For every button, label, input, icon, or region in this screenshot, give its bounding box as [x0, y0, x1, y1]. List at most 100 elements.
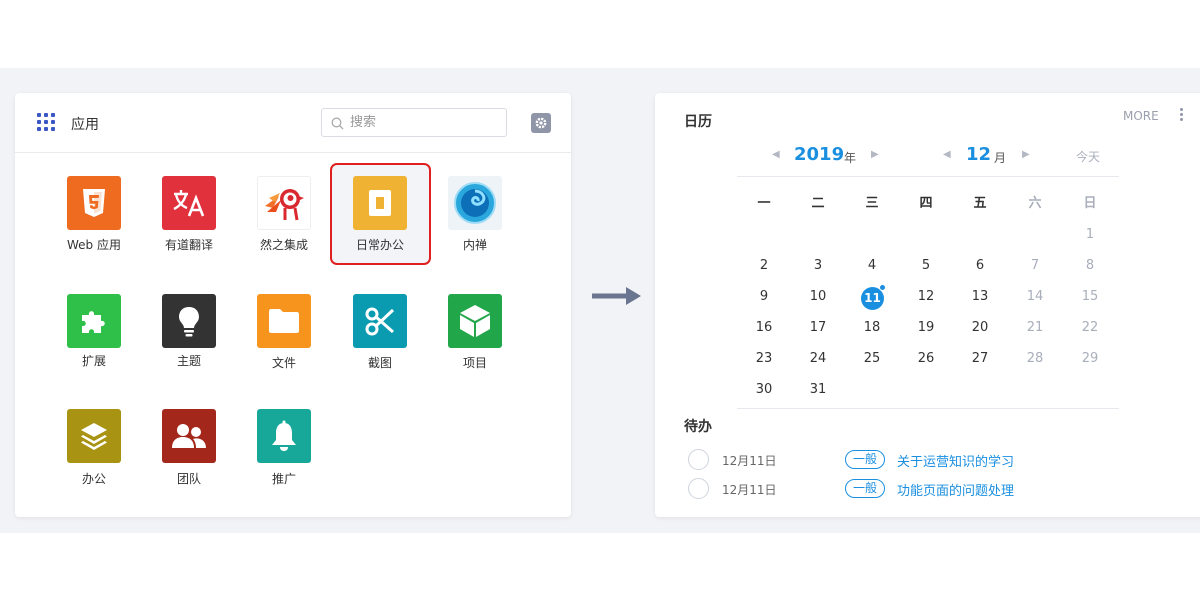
- calendar-day[interactable]: 7: [1008, 250, 1062, 281]
- calendar-day[interactable]: 1: [1063, 219, 1117, 250]
- todo-checkbox[interactable]: [688, 449, 709, 470]
- app-label: 然之集成: [259, 238, 308, 252]
- app-extension[interactable]: 扩展: [54, 294, 134, 389]
- month-unit: 月: [994, 151, 1007, 165]
- calendar-day[interactable]: 13: [953, 281, 1007, 312]
- calendar-title: 日历: [684, 114, 712, 130]
- app-label: 办公: [81, 472, 106, 486]
- settings-gear-icon[interactable]: [531, 113, 551, 133]
- year-value: 2019: [794, 144, 845, 165]
- todo-priority-tag: 一般: [845, 479, 885, 498]
- calendar-day[interactable]: 18: [845, 312, 899, 343]
- today-button[interactable]: 今天: [1076, 148, 1100, 165]
- weekday-header: 六: [1028, 196, 1042, 211]
- weekday-header: 一: [757, 196, 771, 211]
- calendar-day[interactable]: 29: [1063, 343, 1117, 374]
- calendar-day[interactable]: 27: [953, 343, 1007, 374]
- calendar-day[interactable]: 20: [953, 312, 1007, 343]
- calendar-day[interactable]: 28: [1008, 343, 1062, 374]
- app-daily-office[interactable]: 日常办公: [340, 176, 420, 271]
- app-theme[interactable]: 主题: [149, 294, 229, 389]
- app-label: 截图: [367, 356, 392, 370]
- app-files[interactable]: 文件: [244, 294, 324, 389]
- calendar-day[interactable]: 4: [845, 250, 899, 281]
- next-year-icon[interactable]: ▶: [871, 149, 879, 160]
- calendar-day[interactable]: 23: [737, 343, 791, 374]
- calendar-day[interactable]: 16: [737, 312, 791, 343]
- todo-date: 12月11日: [722, 483, 777, 497]
- todo-date: 12月11日: [722, 454, 777, 468]
- scissors-icon: [353, 294, 407, 348]
- app-neichan[interactable]: 内禅: [435, 176, 515, 271]
- calendar-day[interactable]: 5: [899, 250, 953, 281]
- app-label: 内禅: [462, 238, 487, 252]
- calendar-day[interactable]: 24: [791, 343, 845, 374]
- neichan-swirl-icon: [448, 176, 502, 230]
- app-label: 有道翻译: [164, 238, 213, 252]
- event-indicator: [879, 284, 886, 291]
- html5-icon: [67, 176, 121, 230]
- calendar-divider: [737, 408, 1119, 409]
- calendar-day[interactable]: 15: [1063, 281, 1117, 312]
- todo-link[interactable]: 功能页面的问题处理: [897, 480, 1014, 499]
- calendar-day[interactable]: 2: [737, 250, 791, 281]
- app-label: 项目: [462, 356, 487, 370]
- app-ranzhi[interactable]: 然之集成: [244, 176, 324, 271]
- app-project[interactable]: 项目: [435, 294, 515, 389]
- calendar-day[interactable]: 6: [953, 250, 1007, 281]
- app-label: 日常办公: [355, 238, 404, 252]
- app-label: 文件: [271, 356, 296, 370]
- more-options-icon[interactable]: [1179, 108, 1185, 122]
- calendar-day[interactable]: 30: [737, 374, 791, 405]
- layers-icon: [67, 409, 121, 463]
- calendar-day[interactable]: 25: [845, 343, 899, 374]
- todo-checkbox[interactable]: [688, 478, 709, 499]
- calendar-day[interactable]: 14: [1008, 281, 1062, 312]
- team-icon: [162, 409, 216, 463]
- next-month-icon[interactable]: ▶: [1022, 149, 1030, 160]
- app-youdao-translate[interactable]: 有道翻译: [149, 176, 229, 271]
- app-label: 主题: [176, 354, 201, 368]
- apps-grid-icon[interactable]: [37, 113, 55, 131]
- todo-link[interactable]: 关于运营知识的学习: [897, 451, 1014, 470]
- weekday-header: 五: [973, 196, 987, 211]
- more-link[interactable]: MORE: [1123, 109, 1159, 123]
- app-promotion[interactable]: 推广: [244, 409, 324, 504]
- app-team[interactable]: 团队: [149, 409, 229, 504]
- calendar-day[interactable]: 3: [791, 250, 845, 281]
- apps-title: 应用: [71, 117, 99, 133]
- todo-priority-tag: 一般: [845, 450, 885, 469]
- daily-office-icon: [353, 176, 407, 230]
- right-arrow-icon: [592, 287, 641, 305]
- year-unit: 年: [844, 151, 857, 165]
- prev-year-icon[interactable]: ◀: [772, 149, 780, 160]
- calendar-day[interactable]: 8: [1063, 250, 1117, 281]
- calendar-day[interactable]: 31: [791, 374, 845, 405]
- calendar-day[interactable]: 17: [791, 312, 845, 343]
- app-web-app[interactable]: Web 应用: [54, 176, 134, 271]
- lightbulb-icon: [162, 294, 216, 348]
- app-office[interactable]: 办公: [54, 409, 134, 504]
- calendar-divider: [737, 176, 1119, 177]
- app-label: 团队: [176, 472, 201, 486]
- calendar-day[interactable]: 19: [899, 312, 953, 343]
- prev-month-icon[interactable]: ◀: [943, 149, 951, 160]
- search-box[interactable]: [321, 108, 507, 137]
- app-screenshot[interactable]: 截图: [340, 294, 420, 389]
- search-icon: [331, 117, 344, 130]
- todo-title: 待办: [684, 419, 712, 435]
- calendar-day[interactable]: 26: [899, 343, 953, 374]
- weekday-header: 三: [865, 196, 879, 211]
- calendar-day[interactable]: 9: [737, 281, 791, 312]
- apps-panel: 应用 Web 应用: [15, 93, 571, 517]
- apps-header: 应用: [15, 93, 571, 153]
- calendar-day[interactable]: 22: [1063, 312, 1117, 343]
- app-label: 推广: [271, 472, 296, 486]
- calendar-day[interactable]: 21: [1008, 312, 1062, 343]
- search-input[interactable]: [350, 112, 500, 133]
- weekday-header: 日: [1083, 196, 1097, 211]
- folder-icon: [257, 294, 311, 348]
- calendar-day[interactable]: 10: [791, 281, 845, 312]
- calendar-day[interactable]: 12: [899, 281, 953, 312]
- month-value: 12: [966, 144, 992, 165]
